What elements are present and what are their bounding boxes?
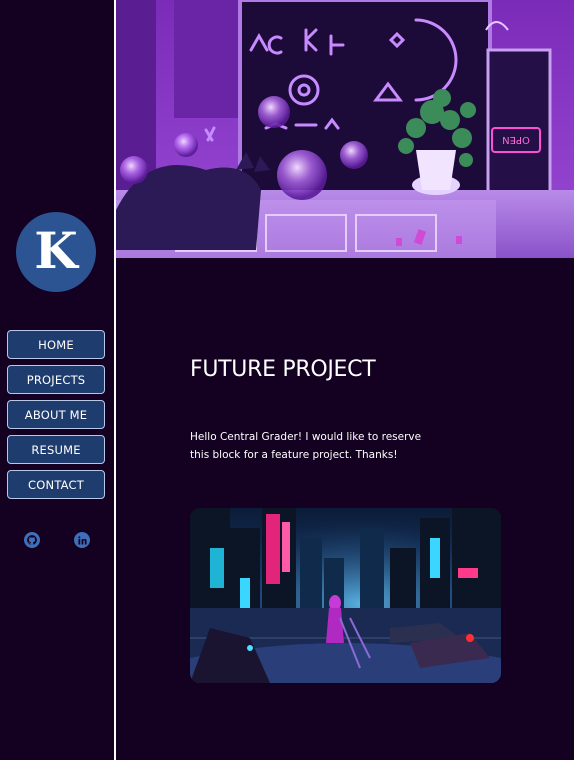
linkedin-icon[interactable]	[74, 532, 90, 548]
logo[interactable]: K	[16, 212, 96, 292]
nav-resume-button[interactable]: RESUME	[7, 435, 105, 464]
cyberpunk-street-illustration	[190, 508, 501, 683]
project-image	[190, 508, 501, 683]
nav-about-button[interactable]: ABOUT ME	[7, 400, 105, 429]
main-nav: HOME PROJECTS ABOUT ME RESUME CONTACT	[7, 330, 107, 505]
sidebar: K HOME PROJECTS ABOUT ME RESUME CONTACT	[0, 0, 116, 760]
page-title: FUTURE PROJECT	[190, 357, 376, 382]
github-icon[interactable]	[24, 532, 40, 548]
nav-contact-button[interactable]: CONTACT	[7, 470, 105, 499]
nav-projects-button[interactable]: PROJECTS	[7, 365, 105, 394]
open-sign-text: OPEN	[502, 134, 530, 145]
nav-home-button[interactable]: HOME	[7, 330, 105, 359]
logo-letter: K	[34, 221, 78, 280]
hero-banner: OPEN	[116, 0, 574, 258]
project-description: Hello Central Grader! I would like to re…	[190, 431, 422, 461]
hero-illustration: OPEN	[116, 0, 574, 258]
